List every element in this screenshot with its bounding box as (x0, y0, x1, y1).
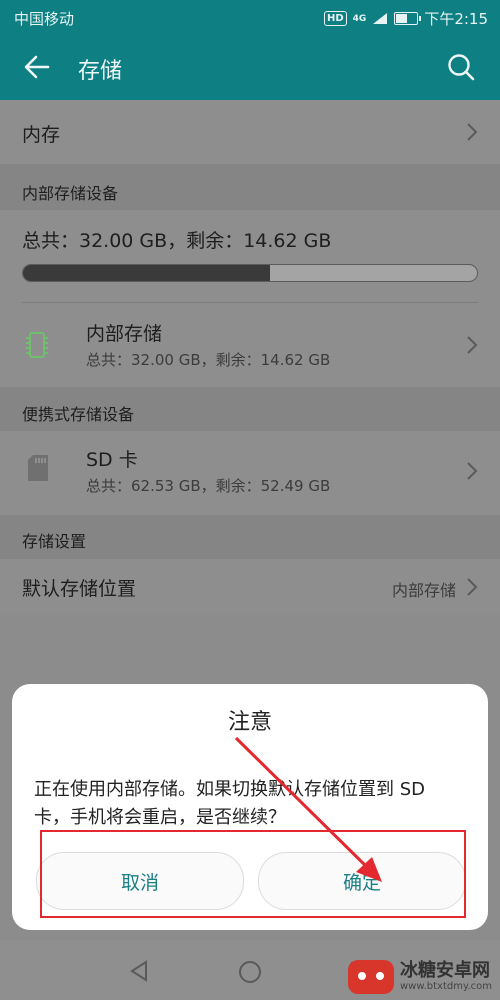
chevron-right-icon (467, 123, 478, 141)
watermark-name: 冰糖安卓网 (399, 960, 490, 981)
storage-settings-section-header: 存储设置 (0, 515, 500, 559)
portable-storage-section-header: 便携式存储设备 (0, 387, 500, 431)
internal-storage-summary: 总共：32.00 GB，剩余：14.62 GB (0, 210, 500, 302)
dialog-message: 正在使用内部存储。如果切换默认存储位置到 SD 卡，手机将会重启，是否继续？ (34, 779, 426, 828)
storage-settings-header-label: 存储设置 (22, 532, 87, 551)
carrier-label: 中国移动 (14, 10, 75, 28)
status-bar: 中国移动 HD 4G 下午2:15 (0, 0, 500, 36)
sd-card-name: SD 卡 (86, 449, 138, 471)
internal-storage-detail: 总共：32.00 GB，剩余：14.62 GB (86, 351, 331, 369)
watermark: 冰糖安卓网 www.btxtdmy.com (347, 960, 492, 994)
signal-type-label: 4G (352, 13, 367, 24)
memory-label: 内存 (22, 124, 61, 146)
back-triangle-icon[interactable] (128, 960, 150, 982)
signal-icon (373, 13, 388, 24)
internal-storage-item[interactable]: 内部存储 总共：32.00 GB，剩余：14.62 GB (0, 303, 500, 387)
storage-usage-bar (22, 264, 478, 282)
watermark-url: www.btxtdmy.com (399, 981, 492, 992)
arrow-left-icon[interactable] (22, 52, 52, 82)
chip-icon (26, 332, 48, 358)
page-title: 存储 (78, 59, 123, 84)
app-bar: 存储 (0, 36, 500, 100)
search-icon[interactable] (446, 52, 476, 82)
internal-storage-name: 内部存储 (86, 323, 163, 345)
home-circle-icon[interactable] (238, 960, 262, 984)
default-storage-location-label: 默认存储位置 (22, 578, 137, 600)
chevron-right-icon (467, 462, 478, 480)
chevron-right-icon (467, 578, 478, 596)
memory-row[interactable]: 内存 (0, 100, 500, 164)
chevron-right-icon (467, 336, 478, 354)
internal-storage-summary-text: 总共：32.00 GB，剩余：14.62 GB (22, 230, 332, 252)
internal-storage-header-label: 内部存储设备 (22, 184, 119, 203)
clock-label: 下午2:15 (424, 10, 488, 28)
watermark-logo-icon (347, 960, 394, 994)
highlight-box (40, 830, 466, 918)
storage-usage-fill (23, 265, 270, 281)
portable-storage-header-label: 便携式存储设备 (22, 405, 135, 424)
sd-card-icon (28, 455, 48, 481)
battery-icon (394, 12, 422, 25)
dialog-title: 注意 (227, 710, 272, 735)
internal-storage-section-header: 内部存储设备 (0, 164, 500, 210)
default-storage-location-row[interactable]: 默认存储位置 内部存储 (0, 559, 500, 615)
status-icons: HD 4G 下午2:15 (323, 8, 488, 29)
sd-card-detail: 总共：62.53 GB，剩余：52.49 GB (86, 477, 331, 495)
hd-icon: HD (323, 11, 347, 26)
sd-card-item[interactable]: SD 卡 总共：62.53 GB，剩余：52.49 GB (0, 431, 500, 515)
default-storage-location-value: 内部存储 (391, 581, 456, 600)
